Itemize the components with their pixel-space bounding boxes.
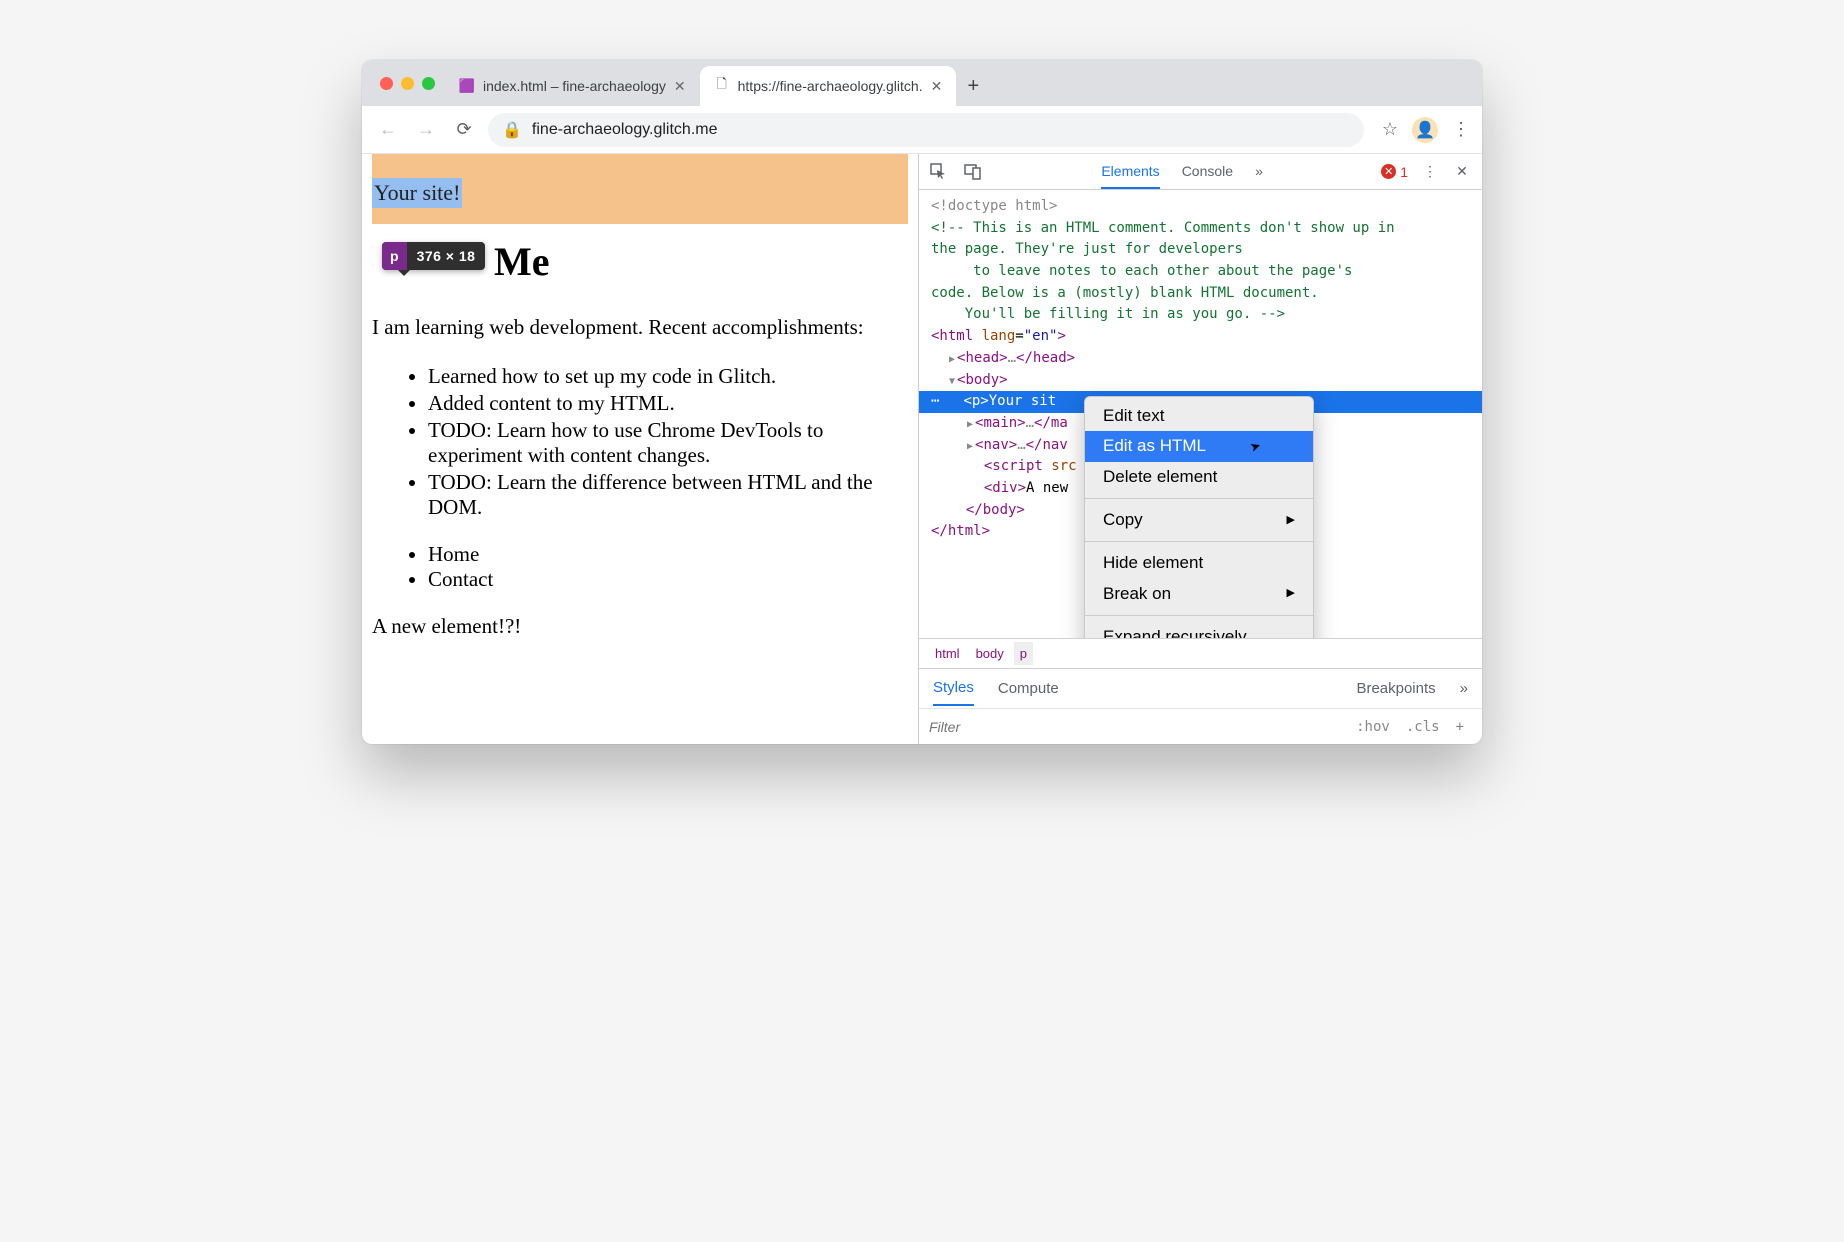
dom-comment[interactable]: to leave notes to each other about the p…: [919, 261, 1482, 283]
bookmark-icon[interactable]: ☆: [1382, 119, 1398, 140]
tooltip-dimensions: 376 × 18: [407, 248, 486, 264]
dom-comment[interactable]: You'll be filling it in as you go. -->: [919, 304, 1482, 326]
add-rule-icon[interactable]: +: [1448, 719, 1472, 735]
dom-comment[interactable]: <!-- This is an HTML comment. Comments d…: [919, 218, 1482, 240]
ctx-separator: [1085, 615, 1313, 616]
devtools-panel: Elements Console » ✕ 1 ⋮ ✕ <!doctype htm…: [919, 154, 1482, 744]
list-item: TODO: Learn the difference between HTML …: [428, 470, 908, 520]
tab-label: index.html – fine-archaeology: [483, 78, 666, 94]
dom-head[interactable]: <head>…</head>: [919, 348, 1482, 370]
inspected-element-highlight: Your site!: [372, 154, 908, 224]
tab-preview[interactable]: 🗋 https://fine-archaeology.glitch. ✕: [700, 66, 957, 106]
accomplishments-list: Learned how to set up my code in Glitch.…: [372, 364, 908, 520]
page-heading: Me: [494, 238, 908, 285]
dom-line[interactable]: <!doctype html>: [919, 196, 1482, 218]
list-item[interactable]: Home: [428, 542, 908, 567]
devtools-tabs: Elements Console »: [997, 155, 1367, 189]
tooltip-tag: p: [382, 242, 407, 270]
reload-button[interactable]: ⟳: [450, 116, 478, 144]
error-count: 1: [1400, 164, 1408, 180]
list-item: Added content to my HTML.: [428, 391, 908, 416]
tab-bar: 🟪 index.html – fine-archaeology ✕ 🗋 http…: [362, 60, 1482, 106]
ctx-expand[interactable]: Expand recursively: [1085, 622, 1313, 638]
ctx-hide[interactable]: Hide element: [1085, 548, 1313, 578]
tab-breakpoints[interactable]: Breakpoints: [1356, 672, 1435, 705]
lock-icon: 🔒: [502, 120, 522, 140]
ctx-edit-html[interactable]: Edit as HTML: [1085, 431, 1313, 461]
tab-styles[interactable]: Styles: [933, 671, 974, 706]
dom-body-open[interactable]: <body>: [919, 370, 1482, 392]
content-split: Your site! Me I am learning web developm…: [362, 154, 1482, 744]
devtools-toolbar-right: ✕ 1 ⋮ ✕: [1381, 163, 1472, 180]
row-actions-icon[interactable]: ⋯: [931, 391, 939, 413]
selected-text: Your site!: [372, 178, 462, 208]
devtools-toolbar: Elements Console » ✕ 1 ⋮ ✕: [919, 154, 1482, 190]
styles-tabs: Styles Compute Breakpoints »: [919, 668, 1482, 708]
forward-button[interactable]: →: [412, 116, 440, 144]
overflow-menu-icon[interactable]: ⋮: [1452, 119, 1470, 140]
dom-html-open[interactable]: <html lang="en">: [919, 326, 1482, 348]
error-icon: ✕: [1381, 164, 1396, 179]
window-controls: [374, 60, 445, 106]
address-bar[interactable]: 🔒 fine-archaeology.glitch.me: [488, 113, 1364, 147]
hov-toggle[interactable]: :hov: [1348, 719, 1398, 735]
device-toggle-icon[interactable]: [963, 163, 983, 181]
glitch-favicon-icon: 🟪: [459, 78, 475, 94]
close-window-icon[interactable]: [380, 77, 393, 90]
tab-console[interactable]: Console: [1182, 155, 1233, 189]
devtools-menu-icon[interactable]: ⋮: [1420, 163, 1440, 180]
styles-filter-row: :hov .cls +: [919, 708, 1482, 744]
ctx-separator: [1085, 541, 1313, 542]
tab-computed[interactable]: Compute: [998, 672, 1059, 705]
breadcrumb: html body p: [919, 638, 1482, 668]
crumb-body[interactable]: body: [970, 642, 1010, 665]
context-menu: Edit text Edit as HTML Delete element Co…: [1084, 396, 1314, 638]
tabs-overflow-icon[interactable]: »: [1255, 155, 1263, 189]
ctx-break[interactable]: Break on: [1085, 579, 1313, 609]
browser-window: 🟪 index.html – fine-archaeology ✕ 🗋 http…: [362, 60, 1482, 744]
dom-comment[interactable]: code. Below is a (mostly) blank HTML doc…: [919, 283, 1482, 305]
list-item[interactable]: Contact: [428, 567, 908, 592]
url-host: fine-archaeology.glitch.me: [532, 121, 718, 139]
tab-label: https://fine-archaeology.glitch.: [738, 78, 923, 94]
profile-avatar-icon[interactable]: 👤: [1412, 117, 1438, 143]
tab-glitch-editor[interactable]: 🟪 index.html – fine-archaeology ✕: [445, 66, 700, 106]
browser-toolbar: ← → ⟳ 🔒 fine-archaeology.glitch.me ☆ 👤 ⋮: [362, 106, 1482, 154]
cls-toggle[interactable]: .cls: [1398, 719, 1448, 735]
styles-overflow-icon[interactable]: »: [1460, 672, 1468, 705]
styles-filter-input[interactable]: [929, 719, 1348, 735]
intro-paragraph: I am learning web development. Recent ac…: [372, 315, 908, 340]
rendered-page: Your site! Me I am learning web developm…: [362, 154, 919, 744]
close-tab-icon[interactable]: ✕: [931, 78, 943, 95]
crumb-html[interactable]: html: [929, 642, 966, 665]
toolbar-right: ☆ 👤 ⋮: [1374, 117, 1470, 143]
error-badge[interactable]: ✕ 1: [1381, 164, 1408, 180]
new-tab-button[interactable]: +: [956, 66, 990, 106]
tab-elements[interactable]: Elements: [1101, 155, 1159, 189]
ctx-delete[interactable]: Delete element: [1085, 462, 1313, 492]
element-tooltip: p 376 × 18: [382, 242, 485, 270]
dom-comment[interactable]: the page. They're just for developers: [919, 239, 1482, 261]
close-tab-icon[interactable]: ✕: [674, 78, 686, 95]
crumb-p[interactable]: p: [1014, 642, 1033, 665]
ctx-edit-text[interactable]: Edit text: [1085, 401, 1313, 431]
inspect-element-icon[interactable]: [929, 163, 949, 181]
list-item: TODO: Learn how to use Chrome DevTools t…: [428, 418, 908, 468]
back-button[interactable]: ←: [374, 116, 402, 144]
devtools-close-icon[interactable]: ✕: [1452, 163, 1472, 180]
final-paragraph: A new element!?!: [372, 614, 908, 639]
dom-tree[interactable]: <!doctype html> <!-- This is an HTML com…: [919, 190, 1482, 638]
maximize-window-icon[interactable]: [422, 77, 435, 90]
ctx-separator: [1085, 498, 1313, 499]
ctx-copy[interactable]: Copy: [1085, 505, 1313, 535]
page-favicon-icon: 🗋: [714, 78, 730, 94]
minimize-window-icon[interactable]: [401, 77, 414, 90]
nav-list: Home Contact: [372, 542, 908, 592]
list-item: Learned how to set up my code in Glitch.: [428, 364, 908, 389]
